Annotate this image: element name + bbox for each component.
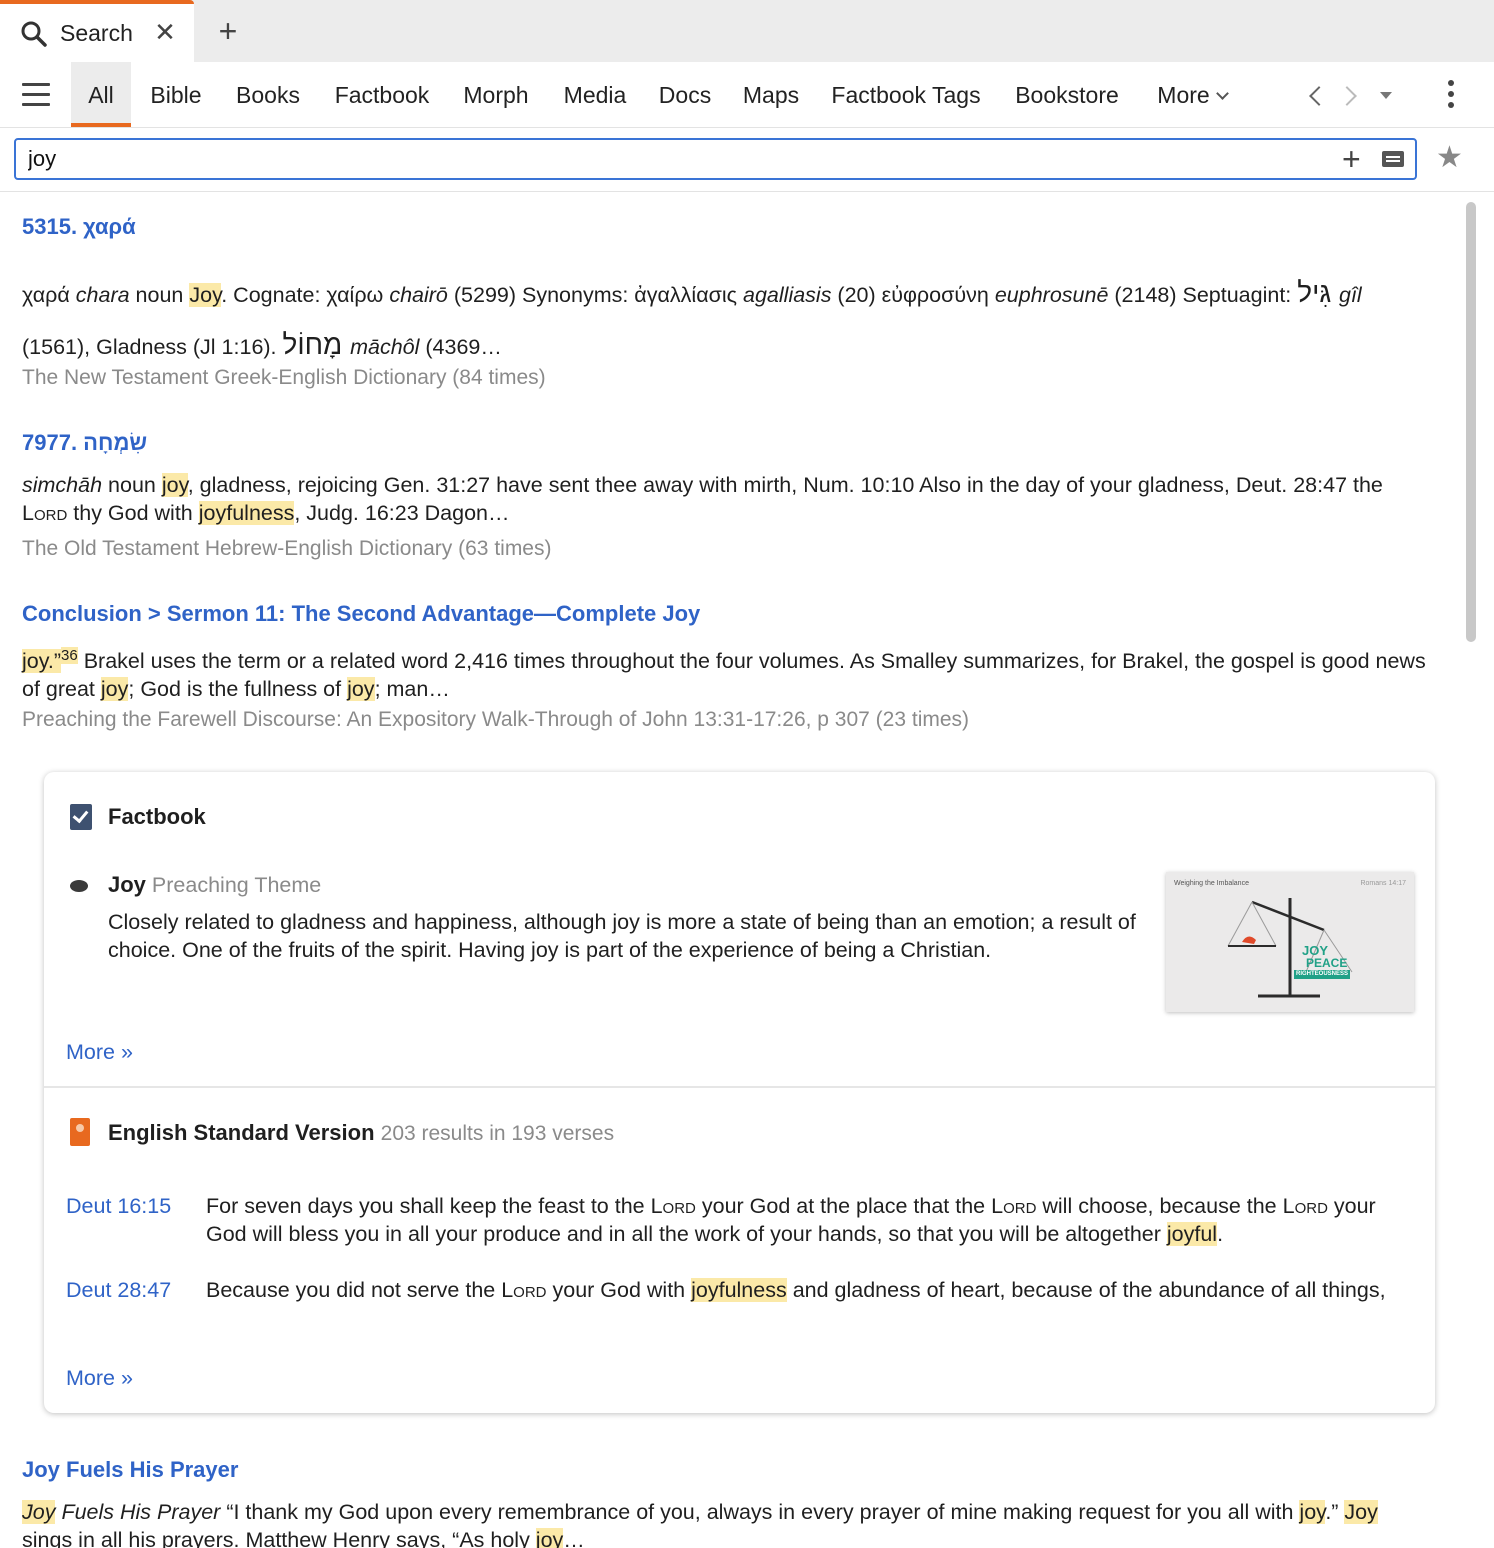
result-source[interactable]: Preaching the Farewell Discourse: An Exp… <box>22 708 969 732</box>
result-title[interactable]: 7977. שִׂמְחָה <box>22 430 147 456</box>
plus-icon[interactable]: + <box>212 12 244 50</box>
factbook-entry-title: Joy <box>108 872 146 897</box>
tab-bible[interactable]: Bible <box>146 62 206 127</box>
thumbnail-word: PEACE <box>1306 956 1348 970</box>
forward-icon[interactable] <box>1337 86 1357 106</box>
results-pane[interactable]: 5315. χαρά χαρά chara noun Joy. Cognate:… <box>0 192 1494 1548</box>
result-source[interactable]: The Old Testament Hebrew-English Diction… <box>22 537 551 561</box>
media-thumbnail[interactable]: Weighing the Imbalance Romans 14:17 JOY … <box>1166 872 1414 1012</box>
divider <box>44 1086 1435 1088</box>
dropdown-icon[interactable] <box>1380 92 1392 99</box>
tab-morph[interactable]: Morph <box>458 62 534 127</box>
search-box: + <box>14 138 1417 180</box>
verse-reference[interactable]: Deut 28:47 <box>66 1278 171 1303</box>
esv-count: 203 results in 193 verses <box>380 1122 615 1145</box>
scrollbar[interactable] <box>1462 198 1478 1548</box>
plus-icon[interactable]: + <box>1342 141 1361 177</box>
scrollbar-thumb[interactable] <box>1466 202 1476 642</box>
back-icon[interactable] <box>1309 86 1329 106</box>
search-row: + ★ <box>0 128 1494 192</box>
verse-text: For seven days you shall keep the feast … <box>206 1194 1376 1246</box>
tab-factbook-tags[interactable]: Factbook Tags <box>828 62 984 127</box>
bullet-icon <box>70 880 88 892</box>
tab-label: Search <box>60 20 133 46</box>
tab-maps[interactable]: Maps <box>740 62 802 127</box>
tab-factbook[interactable]: Factbook <box>330 62 434 127</box>
tab-more-label: More <box>1157 82 1210 108</box>
tab-media[interactable]: Media <box>560 62 630 127</box>
thumbnail-word: RIGHTEOUSNESS <box>1294 970 1351 979</box>
factbook-entry-desc: Closely related to gladness and happines… <box>108 910 1136 962</box>
factbook-heading: Factbook <box>108 804 206 829</box>
category-bar: All Bible Books Factbook Morph Media Doc… <box>0 62 1494 128</box>
hamburger-icon[interactable] <box>22 83 50 107</box>
close-icon[interactable]: ✕ <box>152 17 178 48</box>
keyboard-icon[interactable] <box>1382 151 1404 167</box>
book-icon <box>70 1118 90 1146</box>
tab-strip: Search ✕ + <box>0 0 1494 62</box>
tab-search[interactable]: Search ✕ <box>0 0 194 62</box>
verse-reference[interactable]: Deut 16:15 <box>66 1194 171 1219</box>
factbook-entry[interactable]: Joy Preaching Theme <box>108 872 321 898</box>
tab-more[interactable]: More <box>1150 62 1234 127</box>
scales-illustration <box>1227 898 1353 998</box>
result-snippet: joy.”36 Brakel uses the term or a relate… <box>22 647 1426 701</box>
esv-title: English Standard Version <box>108 1120 375 1145</box>
star-icon[interactable]: ★ <box>1436 140 1463 175</box>
tab-books[interactable]: Books <box>232 62 304 127</box>
result-title[interactable]: 5315. χαρά <box>22 214 136 240</box>
result-snippet: simchāh noun joy, gladness, rejoicing Ge… <box>22 473 1383 525</box>
search-input[interactable] <box>28 144 1318 174</box>
factbook-icon <box>70 804 92 830</box>
search-icon <box>21 21 47 47</box>
esv-heading[interactable]: English Standard Version 203 results in … <box>108 1120 614 1146</box>
summary-card: Factbook Joy Preaching Theme Closely rela… <box>44 772 1435 1413</box>
result-snippet: Joy Fuels His Prayer “I thank my God upo… <box>22 1498 1432 1548</box>
esv-more-link[interactable]: More » <box>66 1366 133 1391</box>
verse-text: Because you did not serve the Lord your … <box>206 1278 1386 1302</box>
factbook-entry-type: Preaching Theme <box>151 873 322 897</box>
tab-all[interactable]: All <box>71 62 131 127</box>
result-source[interactable]: The New Testament Greek-English Dictiona… <box>22 366 546 390</box>
kebab-icon[interactable] <box>1446 80 1456 114</box>
factbook-more-link[interactable]: More » <box>66 1040 133 1065</box>
tab-docs[interactable]: Docs <box>656 62 714 127</box>
result-title[interactable]: Joy Fuels His Prayer <box>22 1457 238 1483</box>
result-snippet: χαρά chara noun Joy. Cognate: χαίρω chai… <box>22 277 1362 360</box>
chevron-down-icon <box>1215 87 1229 100</box>
tab-bookstore[interactable]: Bookstore <box>1010 62 1124 127</box>
result-title[interactable]: Conclusion > Sermon 11: The Second Advan… <box>22 601 700 627</box>
